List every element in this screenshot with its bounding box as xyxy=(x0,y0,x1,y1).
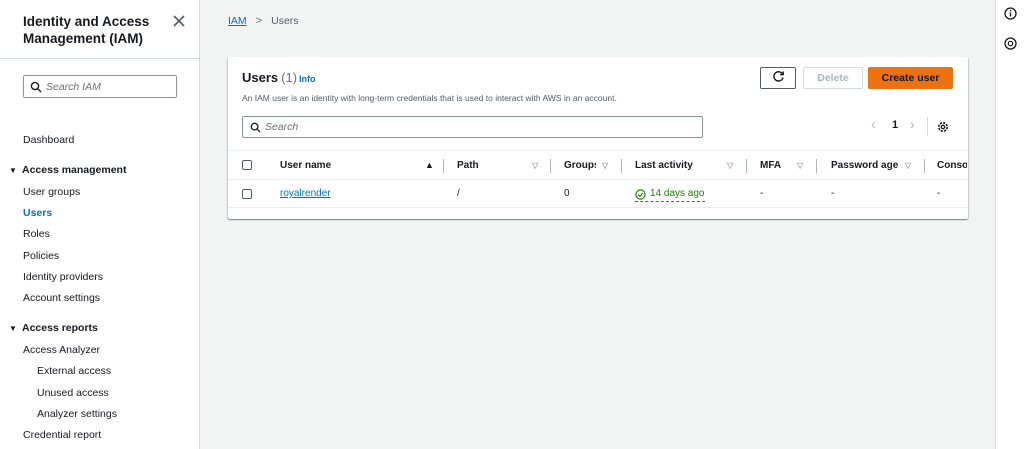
sidebar-item-user-groups[interactable]: User groups xyxy=(23,186,80,198)
chevron-right-icon[interactable]: › xyxy=(910,116,915,132)
refresh-icon xyxy=(772,70,785,86)
cell-console: - xyxy=(937,188,941,199)
column-mfa[interactable]: MFA xyxy=(760,151,781,180)
sidebar-item-analyzer-settings[interactable]: Analyzer settings xyxy=(37,408,117,420)
column-divider xyxy=(550,159,551,173)
breadcrumb: IAM > Users xyxy=(228,15,299,27)
page-number[interactable]: 1 xyxy=(892,119,898,131)
sort-icon[interactable]: ▽ xyxy=(905,151,911,180)
user-name-link[interactable]: royalrender xyxy=(280,180,331,208)
sidebar-section-access-management[interactable]: ▼ Access management xyxy=(9,164,126,176)
sidebar-item-credential-report[interactable]: Credential report xyxy=(23,429,101,441)
column-divider xyxy=(621,159,622,173)
help-icon[interactable] xyxy=(1004,37,1017,50)
sidebar-item-access-analyzer[interactable]: Access Analyzer xyxy=(23,344,100,356)
cell-last-activity[interactable]: 14 days ago xyxy=(635,187,705,202)
sidebar-search[interactable] xyxy=(23,75,177,98)
column-divider xyxy=(816,159,817,173)
sort-icon[interactable]: ▽ xyxy=(727,151,733,180)
column-groups[interactable]: Groups xyxy=(564,151,596,180)
table-row: royalrender / 0 14 days ago - - - xyxy=(228,180,968,208)
sidebar-item-account-settings[interactable]: Account settings xyxy=(23,292,100,304)
search-icon xyxy=(250,122,261,133)
caret-down-icon: ▼ xyxy=(9,166,17,175)
info-circle-icon[interactable] xyxy=(1004,7,1017,20)
sort-icon[interactable]: ▽ xyxy=(602,151,608,180)
pager-divider xyxy=(927,117,928,136)
column-divider xyxy=(746,159,747,173)
sidebar-divider xyxy=(0,58,200,59)
section-label: Access reports xyxy=(22,322,98,334)
users-panel: Users (1) Info An IAM user is an identity… xyxy=(228,57,968,219)
sidebar-search-input[interactable] xyxy=(46,78,172,95)
sidebar-item-identity-providers[interactable]: Identity providers xyxy=(23,271,103,283)
sidebar-item-policies[interactable]: Policies xyxy=(23,250,59,262)
sidebar-item-roles[interactable]: Roles xyxy=(23,228,50,240)
page-title: Users (1) xyxy=(242,70,297,85)
sidebar: Identity and Access Management (IAM) Das… xyxy=(0,0,200,449)
section-label: Access management xyxy=(22,164,127,176)
row-checkbox[interactable] xyxy=(242,189,252,199)
info-link[interactable]: Info xyxy=(299,74,316,84)
column-console[interactable]: Conso xyxy=(937,151,967,180)
sidebar-item-dashboard[interactable]: Dashboard xyxy=(23,134,74,146)
check-circle-icon xyxy=(635,188,646,200)
table-header: User name ▲ Path ▽ Groups ▽ Last activit… xyxy=(228,150,968,180)
gear-icon[interactable] xyxy=(936,120,950,134)
sidebar-item-unused-access[interactable]: Unused access xyxy=(37,387,109,399)
user-count: (1) xyxy=(281,70,298,85)
sidebar-section-access-reports[interactable]: ▼ Access reports xyxy=(9,322,98,334)
sidebar-item-external-access[interactable]: External access xyxy=(37,365,111,377)
sort-icon[interactable]: ▽ xyxy=(532,151,538,180)
search-icon xyxy=(30,81,42,93)
column-path[interactable]: Path xyxy=(457,151,479,180)
select-all-checkbox[interactable] xyxy=(242,160,252,170)
cell-groups: 0 xyxy=(564,188,570,199)
breadcrumb-iam[interactable]: IAM xyxy=(228,15,247,27)
create-user-button[interactable]: Create user xyxy=(868,67,953,89)
sort-ascending-icon[interactable]: ▲ xyxy=(425,151,434,180)
sidebar-item-users[interactable]: Users xyxy=(23,207,52,219)
breadcrumb-current: Users xyxy=(271,15,299,27)
cell-path: / xyxy=(457,188,460,199)
table-search[interactable] xyxy=(242,116,703,138)
cell-mfa: - xyxy=(760,188,764,199)
column-divider xyxy=(443,159,444,173)
right-utility-rail xyxy=(995,0,1024,449)
chevron-right-icon: > xyxy=(255,15,263,27)
caret-down-icon: ▼ xyxy=(9,324,17,333)
panel-description: An IAM user is an identity with long-ter… xyxy=(242,93,617,103)
chevron-left-icon[interactable]: ‹ xyxy=(871,116,876,132)
close-icon[interactable] xyxy=(171,13,187,29)
cell-password-age: - xyxy=(831,188,835,199)
column-password-age[interactable]: Password age xyxy=(831,151,898,180)
refresh-button[interactable] xyxy=(760,67,796,89)
sidebar-title: Identity and Access Management (IAM) xyxy=(23,14,150,46)
column-last-activity[interactable]: Last activity xyxy=(635,151,693,180)
column-divider xyxy=(924,159,925,173)
table-search-input[interactable] xyxy=(265,119,695,135)
sort-icon[interactable]: ▽ xyxy=(797,151,803,180)
last-activity-text: 14 days ago xyxy=(650,188,705,199)
panel-title: Users xyxy=(242,70,279,85)
delete-button[interactable]: Delete xyxy=(803,67,863,89)
column-user-name[interactable]: User name xyxy=(280,151,331,180)
